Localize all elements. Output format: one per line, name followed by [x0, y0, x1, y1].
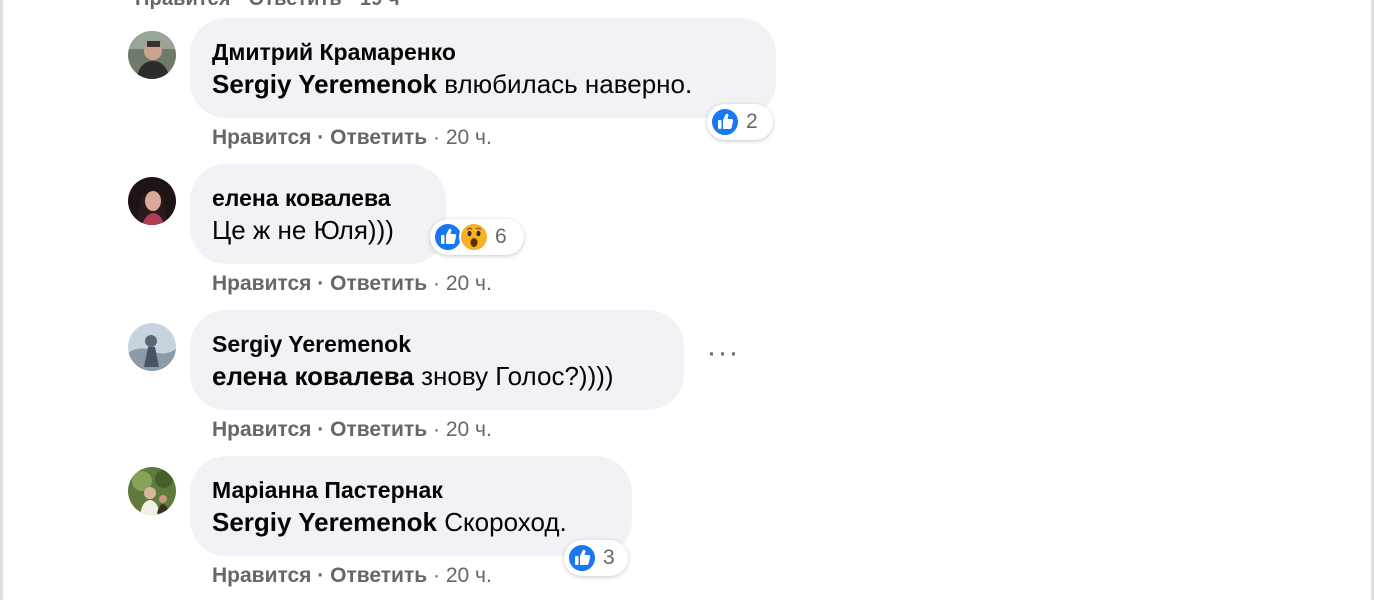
comment-actions: Нравится · Ответить · 20 ч. [212, 125, 492, 151]
comment-bubble: Sergiy Yeremenok елена ковалева знову Го… [190, 310, 684, 410]
like-link[interactable]: Нравится [212, 126, 311, 149]
reply-link[interactable]: Ответить [330, 126, 427, 149]
separator: · [427, 126, 446, 149]
comment-bubble: елена ковалева Це ж не Юля))) [190, 164, 446, 264]
comment-body: Це ж не Юля))) [212, 215, 394, 245]
avatar[interactable] [128, 31, 176, 79]
comment-body: влюбилась наверно. [437, 69, 693, 99]
comment-body: Скороход. [437, 507, 567, 537]
mention-link[interactable]: Sergiy Yeremenok [212, 507, 437, 537]
reaction-count: 2 [746, 110, 758, 133]
comment-text: Це ж не Юля))) [212, 214, 424, 246]
avatar[interactable] [128, 323, 176, 371]
reply-link[interactable]: Ответить [330, 272, 427, 295]
separator: · [311, 564, 331, 587]
previous-comment-actions: Нравится · Ответить · 19 ч [135, 0, 400, 11]
separator: · [311, 272, 331, 295]
avatar[interactable] [128, 467, 176, 515]
reactions-badge[interactable]: 6 [430, 219, 524, 255]
timestamp[interactable]: 20 ч. [446, 272, 492, 295]
more-options-icon[interactable]: ··· [705, 338, 741, 378]
avatar[interactable] [128, 177, 176, 225]
comment-actions: Нравится · Ответить · 20 ч. [212, 271, 492, 297]
like-link[interactable]: Нравится [212, 564, 311, 587]
avatar-photo [128, 467, 176, 515]
separator: · [311, 126, 331, 149]
comment-author[interactable]: елена ковалева [212, 184, 424, 212]
separator: · [427, 272, 446, 295]
comment-bubble: Маріанна Пастернак Sergiy Yeremenok Скор… [190, 456, 632, 556]
reactions-badge[interactable]: 2 [707, 104, 773, 140]
wow-icon [459, 222, 489, 252]
mention-link[interactable]: Sergiy Yeremenok [212, 69, 437, 99]
like-icon [567, 543, 597, 573]
comment-text: елена ковалева знову Голос?)))) [212, 360, 662, 392]
like-icon [710, 107, 740, 137]
timestamp[interactable]: 20 ч. [446, 126, 492, 149]
comment: Дмитрий Крамаренко Sergiy Yeremenok влюб… [0, 18, 1374, 164]
comment-body: знову Голос?)))) [413, 361, 614, 391]
comment-actions: Нравится · Ответить · 20 ч. [212, 563, 492, 589]
comment-actions: Нравится · Ответить · 20 ч. [212, 417, 492, 443]
reply-link[interactable]: Ответить [330, 564, 427, 587]
avatar-photo [128, 31, 176, 79]
separator: · [311, 418, 331, 441]
comment-author[interactable]: Sergiy Yeremenok [212, 330, 662, 358]
comment: елена ковалева Це ж не Юля))) 6 Нравится… [0, 164, 1374, 310]
comment: Маріанна Пастернак Sergiy Yeremenok Скор… [0, 456, 1374, 602]
comment: Sergiy Yeremenok елена ковалева знову Го… [0, 310, 1374, 456]
comment-text: Sergiy Yeremenok Скороход. [212, 506, 610, 538]
separator: · [427, 418, 446, 441]
comment-bubble: Дмитрий Крамаренко Sergiy Yeremenok влюб… [190, 18, 776, 118]
timestamp[interactable]: 20 ч. [446, 564, 492, 587]
reply-link[interactable]: Ответить [330, 418, 427, 441]
reactions-badge[interactable]: 3 [564, 540, 628, 576]
like-link[interactable]: Нравится [212, 272, 311, 295]
mention-link[interactable]: елена ковалева [212, 361, 414, 391]
avatar-photo [128, 323, 176, 371]
comment-text: Sergiy Yeremenok влюбилась наверно. [212, 68, 754, 100]
like-link[interactable]: Нравится [212, 418, 311, 441]
separator: · [427, 564, 446, 587]
timestamp[interactable]: 20 ч. [446, 418, 492, 441]
reaction-count: 6 [495, 225, 507, 248]
comment-author[interactable]: Маріанна Пастернак [212, 476, 610, 504]
avatar-photo [128, 177, 176, 225]
comment-author[interactable]: Дмитрий Крамаренко [212, 38, 754, 66]
reaction-count: 3 [603, 546, 615, 569]
